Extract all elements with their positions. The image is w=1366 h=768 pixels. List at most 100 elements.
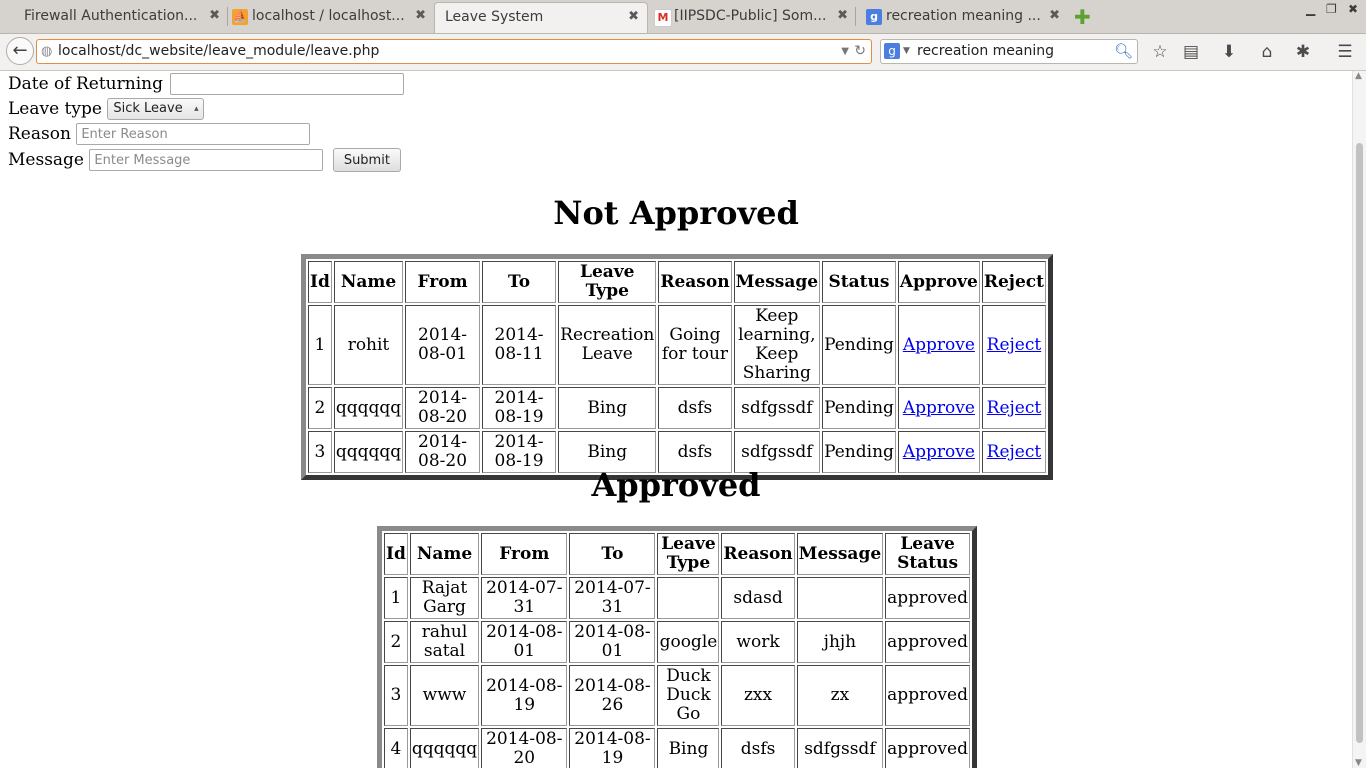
bookmark-star-icon[interactable]: ☆ bbox=[1149, 41, 1171, 63]
cell-leave-type: Duck Duck Go bbox=[657, 665, 720, 726]
tab-bar: Firewall Authentication... ✖ ⛵ localhost… bbox=[0, 0, 1366, 34]
col-header-id: Id bbox=[308, 261, 332, 303]
cell-leave-type bbox=[657, 577, 720, 619]
sync-icon[interactable]: ✱ bbox=[1292, 41, 1314, 63]
message-row: Message Submit bbox=[8, 148, 401, 172]
cell-from: 2014-08-20 bbox=[405, 387, 480, 429]
new-tab-button[interactable]: ✚ bbox=[1074, 5, 1091, 29]
col-header-name: Name bbox=[409, 533, 480, 575]
tab-label: localhost / localhost... bbox=[252, 8, 405, 24]
navigation-toolbar: ← ◍ localhost/dc_website/leave_module/le… bbox=[0, 34, 1366, 71]
col-header-from: From bbox=[405, 261, 480, 303]
cell-reason: work bbox=[721, 621, 795, 663]
search-engine-dropdown-icon[interactable]: ▼ bbox=[903, 40, 910, 63]
scroll-down-icon[interactable]: ▼ bbox=[1355, 758, 1362, 768]
scroll-up-icon[interactable]: ▲ bbox=[1355, 71, 1362, 81]
cell-from: 2014-08-20 bbox=[481, 728, 568, 768]
reason-label: Reason bbox=[8, 124, 71, 144]
cell-message: Keep learning, Keep Sharing bbox=[733, 305, 821, 385]
cell-id: 3 bbox=[384, 665, 408, 726]
cell-leave-status: approved bbox=[885, 665, 970, 726]
home-icon[interactable]: ⌂ bbox=[1256, 41, 1278, 63]
cell-to: 2014-07-31 bbox=[569, 577, 656, 619]
back-button[interactable]: ← bbox=[6, 37, 34, 65]
tab-iipsdc-public[interactable]: M [IIPSDC-Public] Som... ✖ bbox=[650, 2, 856, 31]
cell-to: 2014-08-19 bbox=[569, 728, 656, 768]
cell-from: 2014-08-01 bbox=[481, 621, 568, 663]
gmail-icon: M bbox=[654, 9, 672, 27]
submit-button[interactable]: Submit bbox=[332, 148, 401, 172]
tab-close-icon[interactable]: ✖ bbox=[209, 2, 220, 30]
approve-link[interactable]: Approve bbox=[903, 398, 975, 418]
approve-link[interactable]: Approve bbox=[903, 335, 975, 355]
cell-status: Pending bbox=[822, 305, 896, 385]
not-approved-table: Id Name From To Leave Type Reason Messag… bbox=[301, 254, 1053, 480]
select-updown-icon: ▴ bbox=[194, 104, 199, 114]
table-row: 2 rahul satal 2014-08-01 2014-08-01 goog… bbox=[384, 621, 970, 663]
url-text: localhost/dc_website/leave_module/leave.… bbox=[58, 43, 380, 59]
reject-link[interactable]: Reject bbox=[987, 442, 1042, 462]
menu-icon[interactable]: ☰ bbox=[1334, 41, 1356, 63]
col-header-status: Status bbox=[822, 261, 896, 303]
reload-icon[interactable]: ↻ bbox=[854, 40, 866, 63]
search-bar[interactable]: g ▼ recreation meaning 🔍︎ bbox=[880, 39, 1138, 64]
url-dropdown-icon[interactable]: ▼ bbox=[841, 40, 849, 63]
cell-name: rahul satal bbox=[409, 621, 480, 663]
tab-leave-system[interactable]: Leave System ✖ bbox=[434, 2, 648, 33]
restore-icon[interactable]: ❐ bbox=[1326, 2, 1337, 16]
returning-date-row: Date of Returning bbox=[8, 73, 405, 97]
tab-close-icon[interactable]: ✖ bbox=[837, 2, 848, 30]
reject-link[interactable]: Reject bbox=[987, 398, 1042, 418]
approve-link[interactable]: Approve bbox=[903, 442, 975, 462]
returning-date-label: Date of Returning bbox=[8, 74, 163, 94]
table-row: 1 rohit 2014-08-01 2014-08-11 Recreation… bbox=[308, 305, 1046, 385]
downloads-icon[interactable]: ⬇ bbox=[1218, 41, 1240, 63]
message-input[interactable] bbox=[89, 149, 324, 171]
back-arrow-icon: ← bbox=[12, 40, 28, 61]
cell-to: 2014-08-01 bbox=[569, 621, 656, 663]
tab-firewall-authentication[interactable]: Firewall Authentication... ✖ bbox=[0, 2, 228, 31]
table-row: 2 qqqqqq 2014-08-20 2014-08-19 Bing dsfs… bbox=[308, 387, 1046, 429]
cell-name: www bbox=[409, 665, 480, 726]
cell-reject: Reject bbox=[981, 305, 1046, 385]
leave-type-label: Leave type bbox=[8, 99, 102, 119]
table-header-row: Id Name From To Leave Type Reason Messag… bbox=[384, 533, 970, 575]
reason-input[interactable] bbox=[76, 123, 311, 145]
col-header-leave-type: Leave Type bbox=[657, 533, 720, 575]
cell-message: jhjh bbox=[796, 621, 884, 663]
returning-date-input[interactable] bbox=[170, 73, 405, 95]
cell-leave-type: Bing bbox=[558, 387, 657, 429]
table-row: 4 qqqqqq 2014-08-20 2014-08-19 Bing dsfs… bbox=[384, 728, 970, 768]
cell-from: 2014-08-01 bbox=[405, 305, 480, 385]
reject-link[interactable]: Reject bbox=[987, 335, 1042, 355]
cell-to: 2014-08-26 bbox=[569, 665, 656, 726]
window-close-icon[interactable]: ✖ bbox=[1348, 2, 1358, 16]
cell-name: Rajat Garg bbox=[409, 577, 480, 619]
phpmyadmin-icon: ⛵ bbox=[232, 9, 248, 25]
vertical-scrollbar[interactable]: ▲ ▼ bbox=[1352, 71, 1366, 768]
minimize-icon[interactable]: ▁ bbox=[1306, 2, 1315, 16]
reason-row: Reason bbox=[8, 123, 311, 147]
search-engine-google-icon[interactable]: g bbox=[884, 43, 900, 59]
cell-message: sdfgssdf bbox=[796, 728, 884, 768]
page-content: Date of Returning Leave type Sick Leave … bbox=[0, 71, 1352, 768]
tab-label: [IIPSDC-Public] Som... bbox=[674, 8, 827, 24]
tab-close-icon[interactable]: ✖ bbox=[1049, 2, 1060, 30]
cell-leave-type: Bing bbox=[657, 728, 720, 768]
cell-reason: dsfs bbox=[658, 387, 732, 429]
col-header-name: Name bbox=[333, 261, 404, 303]
search-icon[interactable]: 🔍︎ bbox=[1114, 40, 1133, 63]
table-row: 3 www 2014-08-19 2014-08-26 Duck Duck Go… bbox=[384, 665, 970, 726]
address-bar[interactable]: ◍ localhost/dc_website/leave_module/leav… bbox=[36, 39, 872, 64]
tab-localhost-phpmyadmin[interactable]: ⛵ localhost / localhost... ✖ bbox=[228, 2, 434, 31]
scrollbar-thumb[interactable] bbox=[1356, 143, 1363, 743]
cell-name: qqqqqq bbox=[333, 387, 404, 429]
tab-close-icon[interactable]: ✖ bbox=[628, 3, 639, 31]
tab-close-icon[interactable]: ✖ bbox=[415, 2, 426, 30]
reading-list-icon[interactable]: ▤ bbox=[1180, 41, 1202, 63]
leave-type-select[interactable]: Sick Leave ▴ bbox=[107, 98, 204, 120]
cell-reason: Going for tour bbox=[658, 305, 732, 385]
tab-recreation-meaning[interactable]: g recreation meaning ... ✖ bbox=[862, 2, 1068, 31]
cell-leave-status: approved bbox=[885, 728, 970, 768]
globe-icon: ◍ bbox=[41, 44, 53, 59]
